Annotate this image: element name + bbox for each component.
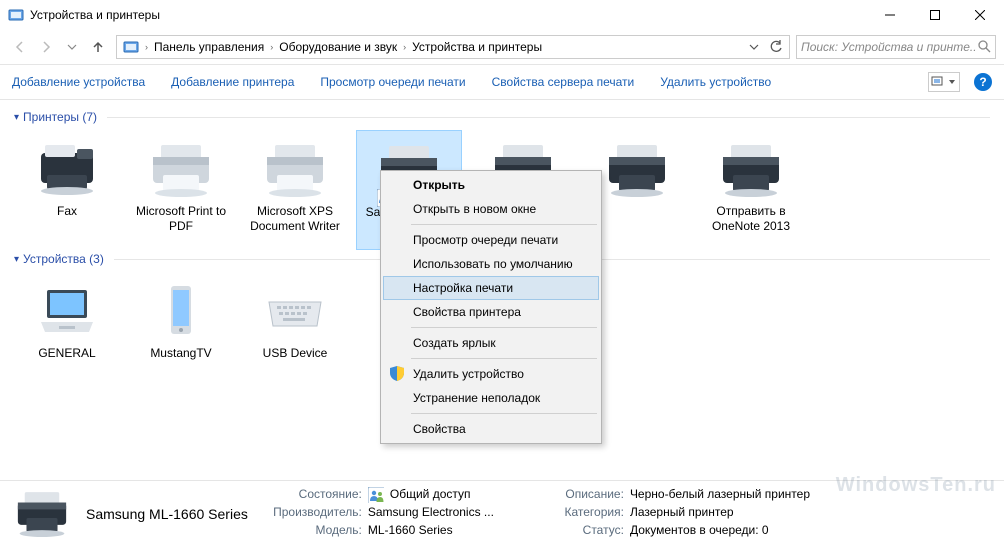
device-label: Microsoft XPS Document Writer	[245, 204, 345, 234]
ctx-open-new-window[interactable]: Открыть в новом окне	[383, 197, 599, 221]
device-tile[interactable]: USB Device	[242, 272, 348, 392]
toolbar-add-printer[interactable]: Добавление принтера	[171, 75, 294, 89]
ctx-separator	[411, 413, 597, 414]
address-dropdown-button[interactable]	[743, 36, 765, 58]
help-button[interactable]: ?	[974, 73, 992, 91]
details-model-value: ML-1660 Series	[368, 523, 453, 541]
chevron-down-icon: ▾	[14, 254, 19, 265]
ctx-printer-properties[interactable]: Свойства принтера	[383, 300, 599, 324]
window-close-button[interactable]	[957, 0, 1002, 30]
printer-icon	[602, 136, 672, 200]
ctx-troubleshoot[interactable]: Устранение неполадок	[383, 386, 599, 410]
device-label: USB Device	[263, 346, 328, 361]
details-state-label: Состояние:	[262, 487, 362, 505]
details-name: Samsung ML-1660 Series	[86, 506, 248, 522]
details-manufacturer-value: Samsung Electronics ...	[368, 505, 494, 523]
ctx-separator	[411, 327, 597, 328]
window-titlebar: Устройства и принтеры	[0, 0, 1004, 30]
device-tile[interactable]: Отправить в OneNote 2013	[698, 130, 804, 250]
group-label: Принтеры (7)	[23, 110, 97, 124]
device-label: Microsoft Print to PDF	[131, 204, 231, 234]
search-input[interactable]	[801, 40, 977, 54]
breadcrumb-devices-printers[interactable]: Устройства и принтеры	[408, 36, 546, 58]
search-icon[interactable]	[977, 39, 991, 56]
keyboard-icon	[260, 278, 330, 342]
fax-icon	[32, 136, 102, 200]
nav-up-button[interactable]	[86, 35, 110, 59]
search-box[interactable]	[796, 35, 996, 59]
shield-icon	[389, 365, 405, 381]
window-title: Устройства и принтеры	[30, 8, 867, 22]
device-tile[interactable]: Microsoft Print to PDF	[128, 130, 234, 250]
device-tile[interactable]: Fax	[14, 130, 120, 250]
chevron-right-icon[interactable]: ›	[268, 42, 275, 52]
printer-icon	[146, 136, 216, 200]
ctx-separator	[411, 224, 597, 225]
laptop-icon	[32, 278, 102, 342]
details-description-label: Описание:	[524, 487, 624, 505]
ctx-printing-preferences[interactable]: Настройка печати	[383, 276, 599, 300]
refresh-button[interactable]	[765, 36, 787, 58]
breadcrumb-hardware-sound[interactable]: Оборудование и звук	[275, 36, 401, 58]
phone-icon	[146, 278, 216, 342]
chevron-right-icon[interactable]: ›	[143, 42, 150, 52]
details-description-value: Черно-белый лазерный принтер	[630, 487, 810, 505]
ctx-create-shortcut[interactable]: Создать ярлык	[383, 331, 599, 355]
ctx-properties[interactable]: Свойства	[383, 417, 599, 441]
toolbar-view-queue[interactable]: Просмотр очереди печати	[320, 75, 465, 89]
nav-back-button[interactable]	[8, 35, 32, 59]
group-label: Устройства (3)	[23, 252, 104, 266]
window-maximize-button[interactable]	[912, 0, 957, 30]
location-icon	[123, 39, 139, 55]
nav-forward-button[interactable]	[34, 35, 58, 59]
view-options-button[interactable]	[928, 72, 960, 92]
nav-recent-button[interactable]	[60, 35, 84, 59]
details-thumbnail-icon	[12, 487, 72, 537]
command-toolbar: Добавление устройства Добавление принтер…	[0, 64, 1004, 100]
device-label: Fax	[57, 204, 77, 219]
toolbar-remove-device[interactable]: Удалить устройство	[660, 75, 771, 89]
details-status-value: Документов в очереди: 0	[630, 523, 769, 541]
device-label: GENERAL	[38, 346, 95, 361]
ctx-remove-device[interactable]: Удалить устройство	[383, 362, 599, 386]
breadcrumb-control-panel[interactable]: Панель управления	[150, 36, 268, 58]
details-pane: Samsung ML-1660 Series Состояние: Общий …	[0, 480, 1004, 547]
details-status-label: Статус:	[524, 523, 624, 541]
ctx-open[interactable]: Открыть	[383, 173, 599, 197]
window-minimize-button[interactable]	[867, 0, 912, 30]
ctx-view-queue[interactable]: Просмотр очереди печати	[383, 228, 599, 252]
address-bar: › Панель управления › Оборудование и зву…	[0, 30, 1004, 64]
content-pane: ▾ Принтеры (7) Fax Microsoft Print to PD…	[0, 100, 1004, 480]
shared-badge-icon	[368, 487, 384, 505]
device-tile[interactable]: MustangTV	[128, 272, 234, 392]
device-tile[interactable]: Microsoft XPS Document Writer	[242, 130, 348, 250]
details-category-label: Категория:	[524, 505, 624, 523]
device-label: MustangTV	[150, 346, 211, 361]
printer-icon	[260, 136, 330, 200]
details-manufacturer-label: Производитель:	[262, 505, 362, 523]
device-tile[interactable]: GENERAL	[14, 272, 120, 392]
device-label: Отправить в OneNote 2013	[701, 204, 801, 234]
printer-icon	[716, 136, 786, 200]
chevron-down-icon: ▾	[14, 112, 19, 123]
toolbar-server-properties[interactable]: Свойства сервера печати	[492, 75, 635, 89]
details-state-value: Общий доступ	[390, 487, 471, 505]
details-model-label: Модель:	[262, 523, 362, 541]
breadcrumb-bar[interactable]: › Панель управления › Оборудование и зву…	[116, 35, 790, 59]
details-category-value: Лазерный принтер	[630, 505, 734, 523]
toolbar-add-device[interactable]: Добавление устройства	[12, 75, 145, 89]
ctx-separator	[411, 358, 597, 359]
group-header-printers[interactable]: ▾ Принтеры (7)	[14, 110, 990, 124]
devices-printers-icon	[8, 7, 24, 23]
context-menu: Открыть Открыть в новом окне Просмотр оч…	[380, 170, 602, 444]
ctx-set-default[interactable]: Использовать по умолчанию	[383, 252, 599, 276]
chevron-right-icon[interactable]: ›	[401, 42, 408, 52]
